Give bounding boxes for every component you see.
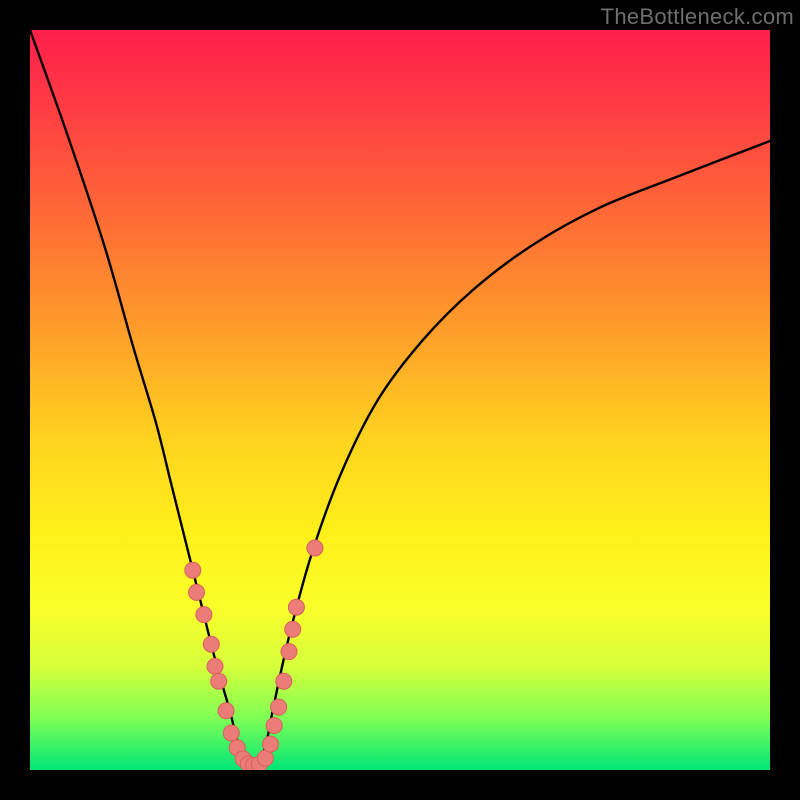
highlight-dot <box>285 621 301 637</box>
highlight-dot <box>266 718 282 734</box>
highlight-dot <box>189 584 205 600</box>
watermark-text: TheBottleneck.com <box>601 4 794 30</box>
highlight-dot <box>288 599 304 615</box>
plot-area <box>30 30 770 770</box>
highlight-dot <box>271 699 287 715</box>
highlight-dot <box>223 725 239 741</box>
highlight-dot <box>185 562 201 578</box>
chart-frame: TheBottleneck.com <box>0 0 800 800</box>
chart-svg <box>30 30 770 770</box>
highlight-dot <box>251 756 267 770</box>
highlight-dot <box>196 607 212 623</box>
highlight-dot <box>245 758 261 770</box>
highlight-dot <box>235 751 251 767</box>
highlight-dot <box>218 703 234 719</box>
highlight-dot <box>203 636 219 652</box>
highlight-dot <box>281 644 297 660</box>
bottleneck-curve <box>30 30 770 770</box>
highlight-dot <box>207 658 223 674</box>
highlight-dots-group <box>185 540 323 770</box>
highlight-dot <box>229 740 245 756</box>
highlight-dot <box>276 673 292 689</box>
highlight-dot <box>211 673 227 689</box>
highlight-dot <box>307 540 323 556</box>
highlight-dot <box>257 750 273 766</box>
highlight-dot <box>240 756 256 770</box>
highlight-dot <box>263 736 279 752</box>
